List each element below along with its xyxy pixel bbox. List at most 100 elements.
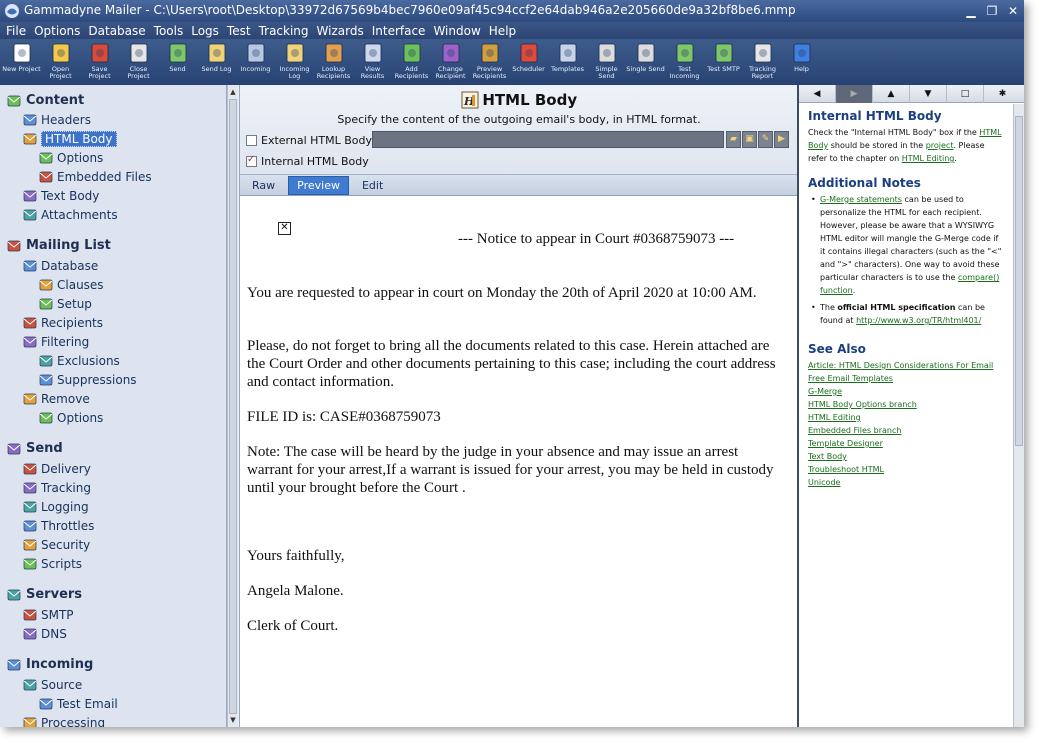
minimize-button[interactable]: ▁ — [962, 3, 980, 19]
nav-item-dns-globe[interactable]: DNS — [22, 625, 67, 643]
help-link-w3-spec[interactable]: http://www.w3.org/TR/html401/ — [856, 316, 981, 325]
external-html-body-input[interactable] — [372, 131, 724, 148]
title-bar[interactable]: Gammadyne Mailer - C:\Users\root\Desktop… — [0, 0, 1024, 22]
nav-item-text-body[interactable]: Text Body — [22, 187, 99, 205]
test-incoming-button[interactable]: Test Incoming — [665, 39, 704, 85]
nav-item-source[interactable]: Source — [22, 676, 82, 694]
scroll-down-arrow-icon[interactable]: ▼ — [229, 715, 237, 725]
help-forward-button[interactable]: ▶ — [836, 85, 873, 103]
menu-interface[interactable]: Interface — [368, 24, 430, 38]
help-scroll-thumb[interactable] — [1015, 116, 1023, 446]
nav-item-embedded-files[interactable]: Embedded Files — [38, 168, 152, 186]
menu-logs[interactable]: Logs — [187, 24, 223, 38]
menu-wizards[interactable]: Wizards — [313, 24, 368, 38]
nav-section-servers[interactable]: Servers — [6, 585, 82, 604]
nav-item-tracking[interactable]: Tracking — [22, 479, 91, 497]
incoming-button[interactable]: Incoming — [236, 39, 275, 85]
add-recipients-button[interactable]: Add Recipients — [392, 39, 431, 85]
close-window-button[interactable]: ✕ — [1004, 3, 1022, 19]
play-preview-icon[interactable]: ▶ — [774, 131, 789, 148]
view-results-button[interactable]: View Results — [353, 39, 392, 85]
see-also-link[interactable]: Embedded Files branch — [808, 424, 1005, 437]
nav-item-security[interactable]: Security — [22, 536, 90, 554]
internal-html-body-checkbox[interactable] — [246, 154, 257, 167]
nav-item-exclusions[interactable]: Exclusions — [38, 352, 120, 370]
menu-test[interactable]: Test — [223, 24, 255, 38]
help-up-button[interactable]: ▲ — [873, 85, 910, 103]
help-down-button[interactable]: ▼ — [910, 85, 947, 103]
single-send-button[interactable]: Single Send — [626, 39, 665, 85]
tracking-report-button[interactable]: Tracking Report — [743, 39, 782, 85]
templates-button[interactable]: Templates — [548, 39, 587, 85]
help-link-gmerge-statements[interactable]: G-Merge statements — [820, 195, 902, 204]
nav-item-remove-options[interactable]: Options — [38, 409, 103, 427]
help-maximize-button[interactable]: □ — [947, 85, 984, 103]
new-project-button[interactable]: New Project — [2, 39, 41, 85]
test-smtp-button[interactable]: Test SMTP — [704, 39, 743, 85]
help-close-button[interactable]: ✱ — [984, 85, 1021, 103]
nav-item-smtp[interactable]: SMTP — [22, 606, 74, 624]
see-also-link[interactable]: HTML Body Options branch — [808, 398, 1005, 411]
nav-item-throttles[interactable]: Throttles — [22, 517, 94, 535]
nav-item-headers[interactable]: Headers — [22, 111, 91, 129]
preview-recipients-button[interactable]: Preview Recipients — [470, 39, 509, 85]
see-also-link[interactable]: G-Merge — [808, 385, 1005, 398]
save-project-button[interactable]: Save Project — [80, 39, 119, 85]
nav-scroll-thumb[interactable] — [229, 99, 237, 714]
nav-item-html-body[interactable]: HTML Body — [22, 130, 117, 148]
nav-item-test-email[interactable]: Test Email — [38, 695, 118, 713]
nav-item-options[interactable]: Options — [38, 149, 103, 167]
nav-section-incoming[interactable]: Incoming — [6, 655, 93, 674]
close-project-button[interactable]: Close Project — [119, 39, 158, 85]
help-back-button[interactable]: ◀ — [799, 85, 836, 103]
send-log-button[interactable]: Send Log — [197, 39, 236, 85]
see-also-link[interactable]: Free Email Templates — [808, 372, 1005, 385]
see-also-link[interactable]: Article: HTML Design Considerations For … — [808, 359, 1005, 372]
see-also-link[interactable]: Template Designer — [808, 437, 1005, 450]
see-also-link[interactable]: Unicode — [808, 476, 1005, 489]
nav-item-setup[interactable]: Setup — [38, 295, 92, 313]
nav-scrollbar[interactable]: ▲ ▼ — [227, 85, 238, 727]
nav-item-remove[interactable]: Remove — [22, 390, 90, 408]
tab-preview[interactable]: Preview — [288, 175, 349, 195]
nav-item-processing[interactable]: Processing — [22, 714, 105, 727]
menu-tools[interactable]: Tools — [150, 24, 188, 38]
nav-item-recipients[interactable]: Recipients — [22, 314, 103, 332]
help-button[interactable]: Help — [782, 39, 821, 85]
tab-raw[interactable]: Raw — [243, 176, 284, 195]
lookup-recipients-button[interactable]: Lookup Recipients — [314, 39, 353, 85]
see-also-link[interactable]: Text Body — [808, 450, 1005, 463]
menu-options[interactable]: Options — [30, 24, 84, 38]
nav-item-suppressions[interactable]: Suppressions — [38, 371, 137, 389]
see-also-link[interactable]: Troubleshoot HTML — [808, 463, 1005, 476]
nav-item-scripts[interactable]: Scripts — [22, 555, 82, 573]
open-project-button[interactable]: Open Project — [41, 39, 80, 85]
nav-item-delivery[interactable]: Delivery — [22, 460, 91, 478]
see-also-link[interactable]: HTML Editing — [808, 411, 1005, 424]
help-scrollbar[interactable] — [1013, 104, 1024, 727]
restore-button[interactable]: ❐ — [983, 3, 1001, 19]
nav-item-database[interactable]: Database — [22, 257, 98, 275]
menu-file[interactable]: File — [2, 24, 30, 38]
nav-section-mailing-list[interactable]: Mailing List — [6, 236, 111, 255]
nav-item-clauses[interactable]: Clauses — [38, 276, 104, 294]
nav-section-send[interactable]: Send — [6, 439, 63, 458]
scroll-up-arrow-icon[interactable]: ▲ — [229, 87, 237, 97]
browse-folder-icon[interactable]: ▰ — [726, 131, 741, 148]
nav-section-content[interactable]: Content — [6, 91, 84, 110]
external-html-body-checkbox[interactable] — [246, 134, 257, 146]
nav-item-filtering[interactable]: Filtering — [22, 333, 89, 351]
nav-item-logging[interactable]: Logging — [22, 498, 89, 516]
menu-help[interactable]: Help — [485, 24, 520, 38]
menu-database[interactable]: Database — [84, 24, 149, 38]
nav-item-attachments[interactable]: Attachments — [22, 206, 118, 224]
send-button[interactable]: Send — [158, 39, 197, 85]
help-link-html-editing[interactable]: HTML Editing — [902, 154, 955, 163]
simple-send-button[interactable]: Simple Send — [587, 39, 626, 85]
help-link-project[interactable]: project — [926, 141, 954, 150]
html-preview-area[interactable]: ✕ --- Notice to appear in Court #0368759… — [240, 196, 798, 727]
change-recipient-button[interactable]: Change Recipient — [431, 39, 470, 85]
incoming-log-button[interactable]: Incoming Log — [275, 39, 314, 85]
tab-edit[interactable]: Edit — [353, 176, 392, 195]
open-file-icon[interactable]: ▣ — [742, 131, 757, 148]
